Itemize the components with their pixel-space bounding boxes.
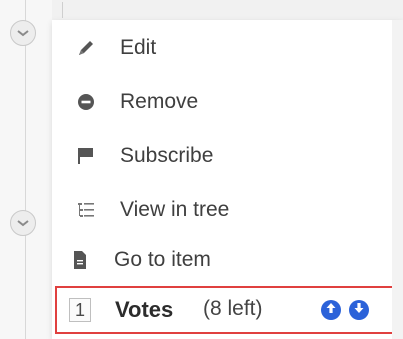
tree-list-icon [74, 198, 98, 222]
top-divider [62, 2, 63, 18]
menu-item-go-to-item[interactable]: Go to item [52, 234, 392, 286]
document-icon [68, 248, 92, 272]
menu-item-label: View in tree [120, 198, 230, 221]
pencil-icon [74, 36, 98, 60]
top-strip [52, 0, 403, 21]
arrow-up-circle-icon [324, 301, 338, 320]
votes-row: 1 Votes (8 left) [55, 286, 394, 334]
vote-count-badge: 1 [69, 298, 91, 322]
menu-item-label: Edit [120, 36, 157, 59]
stage: Edit Remove Subscribe View in tree Go to… [0, 0, 403, 339]
menu-item-label: Go to item [114, 248, 211, 271]
minus-circle-icon [74, 90, 98, 114]
menu-item-edit[interactable]: Edit [52, 22, 392, 74]
tree-gutter-line [25, 0, 26, 339]
votes-remaining: (8 left) [203, 297, 263, 320]
vote-down-button[interactable] [349, 300, 369, 320]
votes-label: Votes [115, 297, 174, 322]
context-menu: Edit Remove Subscribe View in tree Go to… [52, 20, 403, 339]
arrow-down-circle-icon [352, 301, 366, 320]
collapse-handle-icon[interactable] [10, 210, 36, 236]
menu-item-label: Remove [120, 90, 199, 113]
vote-up-button[interactable] [321, 300, 341, 320]
menu-item-view-in-tree[interactable]: View in tree [52, 184, 392, 236]
menu-item-subscribe[interactable]: Subscribe [52, 130, 392, 182]
collapse-handle-icon[interactable] [10, 20, 36, 46]
menu-item-remove[interactable]: Remove [52, 76, 392, 128]
right-edge [392, 20, 403, 339]
flag-icon [74, 144, 98, 168]
menu-item-label: Subscribe [120, 144, 214, 167]
